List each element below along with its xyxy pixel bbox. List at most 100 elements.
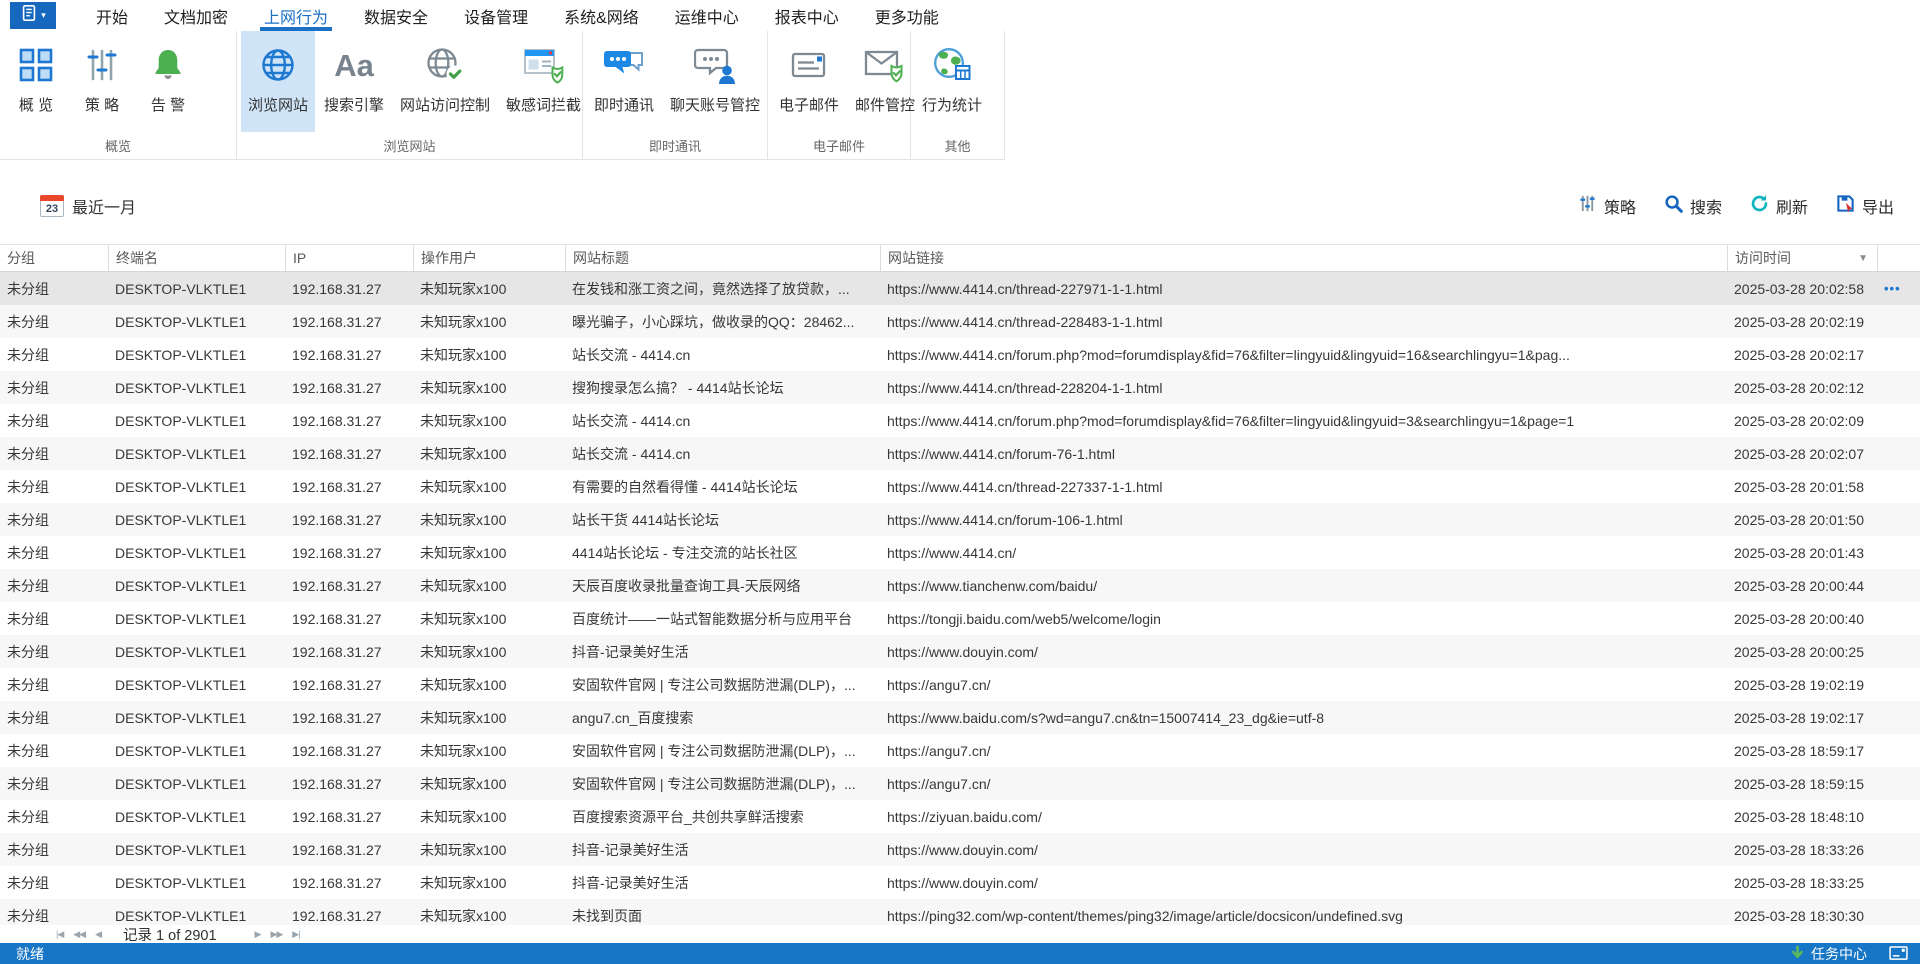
cell-ip: 192.168.31.27 [292,577,382,594]
table-row[interactable]: 未分组 DESKTOP-VLKTLE1 192.168.31.27 未知玩家x100 曝… [0,305,1920,338]
cell-title: 站长干货 4414站长论坛 [572,511,720,528]
column-header-url[interactable]: 网站链接 [880,245,1727,271]
ribbon-button-instant-message[interactable]: 即时通讯 [587,31,661,132]
menu-tab-more-features[interactable]: 更多功能 [857,0,957,31]
ribbon-button-chat-account-control[interactable]: 聊天账号管控 [663,31,767,132]
menu-tab-data-security[interactable]: 数据安全 [346,0,446,31]
search-icon [1664,194,1683,218]
table-row[interactable]: 未分组 DESKTOP-VLKTLE1 192.168.31.27 未知玩家x100 抖… [0,833,1920,866]
pager-next-button[interactable]: ▶ [255,929,262,940]
date-range-filter[interactable]: 23 最近一月 [40,194,136,218]
column-header-terminal[interactable]: 终端名 [108,245,285,271]
status-bar: 就绪 任务中心 [0,943,1920,964]
cell-user: 未知玩家x100 [420,445,507,462]
column-header-title[interactable]: 网站标题 [565,245,880,271]
ribbon-button-label: 电子邮件 [779,97,840,114]
table-row[interactable]: 未分组 DESKTOP-VLKTLE1 192.168.31.27 未知玩家x100 抖… [0,635,1920,668]
ribbon-group-email: 电子邮件 邮件管控 电子邮件 [768,31,915,159]
cell-url: https://www.4414.cn/thread-227337-1-1.ht… [887,478,1163,495]
pager-prev-page-button[interactable]: ◀◀ [73,929,86,940]
cell-ip: 192.168.31.27 [292,775,382,792]
browse-website-globe-icon [259,41,297,89]
row-actions-button[interactable]: ••• [1877,281,1920,296]
table-row[interactable]: 未分组 DESKTOP-VLKTLE1 192.168.31.27 未知玩家x100 站… [0,404,1920,437]
menu-tab-doc-encryption[interactable]: 文档加密 [146,0,246,31]
ribbon-button-label: 浏览网站 [248,97,309,114]
refresh-icon [1750,194,1769,218]
cell-ip: 192.168.31.27 [292,511,382,528]
cell-ip: 192.168.31.27 [292,544,382,561]
pager-last-button[interactable]: ▶| [292,929,300,940]
app-logo-icon [20,4,38,27]
record-pager: |◀ ◀◀ ◀ 记录 1 of 2901 ▶ ▶▶ ▶| [0,925,1920,944]
table-row[interactable]: 未分组 DESKTOP-VLKTLE1 192.168.31.27 未知玩家x100 站… [0,338,1920,371]
table-row[interactable]: 未分组 DESKTOP-VLKTLE1 192.168.31.27 未知玩家x100 搜… [0,371,1920,404]
ribbon-button-overview[interactable]: 概 览 [4,31,68,132]
table-row[interactable]: 未分组 DESKTOP-VLKTLE1 192.168.31.27 未知玩家x100 百… [0,800,1920,833]
ribbon-button-site-access-control[interactable]: 网站访问控制 [393,31,497,132]
cell-title: 抖音-记录美好生活 [572,874,689,891]
behavior-stats-icon [932,41,972,89]
cell-ip: 192.168.31.27 [292,313,382,330]
pager-next-page-button[interactable]: ▶▶ [270,929,283,940]
column-header-ip[interactable]: IP [285,245,413,271]
table-row[interactable]: 未分组 DESKTOP-VLKTLE1 192.168.31.27 未知玩家x100 百… [0,602,1920,635]
cell-group: 未分组 [7,610,49,627]
table-row[interactable]: 未分组 DESKTOP-VLKTLE1 192.168.31.27 未知玩家x100 在… [0,272,1920,305]
cell-group: 未分组 [7,445,49,462]
ribbon-button-alert[interactable]: 告 警 [136,31,200,132]
export-button[interactable]: 导出 [1836,194,1894,218]
instant-message-icon [603,41,645,89]
cell-user: 未知玩家x100 [420,676,507,693]
table-row[interactable]: 未分组 DESKTOP-VLKTLE1 192.168.31.27 未知玩家x100 抖… [0,866,1920,899]
menu-tab-device-management[interactable]: 设备管理 [446,0,546,31]
policy-button[interactable]: 策略 [1578,194,1636,218]
policy-sliders-icon [1578,194,1597,218]
cell-terminal: DESKTOP-VLKTLE1 [115,874,247,891]
table-row[interactable]: 未分组 DESKTOP-VLKTLE1 192.168.31.27 未知玩家x100 站… [0,437,1920,470]
menu-tab-start[interactable]: 开始 [78,0,146,31]
menu-tab-internet-behavior[interactable]: 上网行为 [246,0,346,31]
pager-first-button[interactable]: |◀ [56,929,64,940]
table-body: 未分组 DESKTOP-VLKTLE1 192.168.31.27 未知玩家x100 在… [0,272,1920,925]
message-panel-icon[interactable] [1889,946,1908,961]
table-row[interactable]: 未分组 DESKTOP-VLKTLE1 192.168.31.27 未知玩家x100 安… [0,734,1920,767]
search-button[interactable]: 搜索 [1664,194,1722,218]
table-row[interactable]: 未分组 DESKTOP-VLKTLE1 192.168.31.27 未知玩家x100 4… [0,536,1920,569]
ribbon-button-search-engine[interactable]: Aa 搜索引擎 [317,31,391,132]
task-center-button[interactable]: 任务中心 [1790,944,1867,964]
column-header-time[interactable]: 访问时间 ▼ [1727,245,1877,271]
ribbon-button-sensitive-word-block[interactable]: 敏感词拦截 [499,31,588,132]
cell-url: https://www.douyin.com/ [887,841,1038,858]
table-row[interactable]: 未分组 DESKTOP-VLKTLE1 192.168.31.27 未知玩家x100 站… [0,503,1920,536]
cell-time: 2025-03-28 20:01:58 [1734,478,1864,495]
table-row[interactable]: 未分组 DESKTOP-VLKTLE1 192.168.31.27 未知玩家x100 安… [0,668,1920,701]
cell-ip: 192.168.31.27 [292,346,382,363]
chevron-down-icon: ▾ [41,10,46,20]
table-row[interactable]: 未分组 DESKTOP-VLKTLE1 192.168.31.27 未知玩家x100 a… [0,701,1920,734]
cell-title: angu7.cn_百度搜索 [572,709,694,726]
menu-tab-ops-center[interactable]: 运维中心 [657,0,757,31]
refresh-button[interactable]: 刷新 [1750,194,1808,218]
ribbon-button-policy[interactable]: 策 略 [70,31,134,132]
menu-tab-report-center[interactable]: 报表中心 [757,0,857,31]
table-row[interactable]: 未分组 DESKTOP-VLKTLE1 192.168.31.27 未知玩家x100 安… [0,767,1920,800]
filter-dropdown-icon[interactable]: ▼ [1858,253,1868,264]
cell-user: 未知玩家x100 [420,478,507,495]
ribbon-button-browse-website[interactable]: 浏览网站 [241,31,316,132]
ribbon-button-behavior-stats[interactable]: 行为统计 [915,31,989,132]
cell-group: 未分组 [7,412,49,429]
cell-url: https://www.4414.cn/thread-227971-1-1.ht… [887,280,1163,297]
table-row[interactable]: 未分组 DESKTOP-VLKTLE1 192.168.31.27 未知玩家x100 有… [0,470,1920,503]
table-row[interactable]: 未分组 DESKTOP-VLKTLE1 192.168.31.27 未知玩家x100 未… [0,899,1920,925]
menu-tab-system-network[interactable]: 系统&网络 [546,0,657,31]
table-row[interactable]: 未分组 DESKTOP-VLKTLE1 192.168.31.27 未知玩家x100 天… [0,569,1920,602]
pager-prev-button[interactable]: ◀ [95,929,102,940]
cell-time: 2025-03-28 20:02:12 [1734,379,1864,396]
cell-url: https://www.4414.cn/thread-228204-1-1.ht… [887,379,1163,396]
ribbon-button-email[interactable]: 电子邮件 [772,31,846,132]
app-menu-button[interactable]: ▾ [10,2,56,29]
column-header-user[interactable]: 操作用户 [413,245,565,271]
column-header-group[interactable]: 分组 [0,245,108,271]
cell-title: 曝光骗子，小心踩坑，做收录的QQ：28462... [572,313,855,330]
